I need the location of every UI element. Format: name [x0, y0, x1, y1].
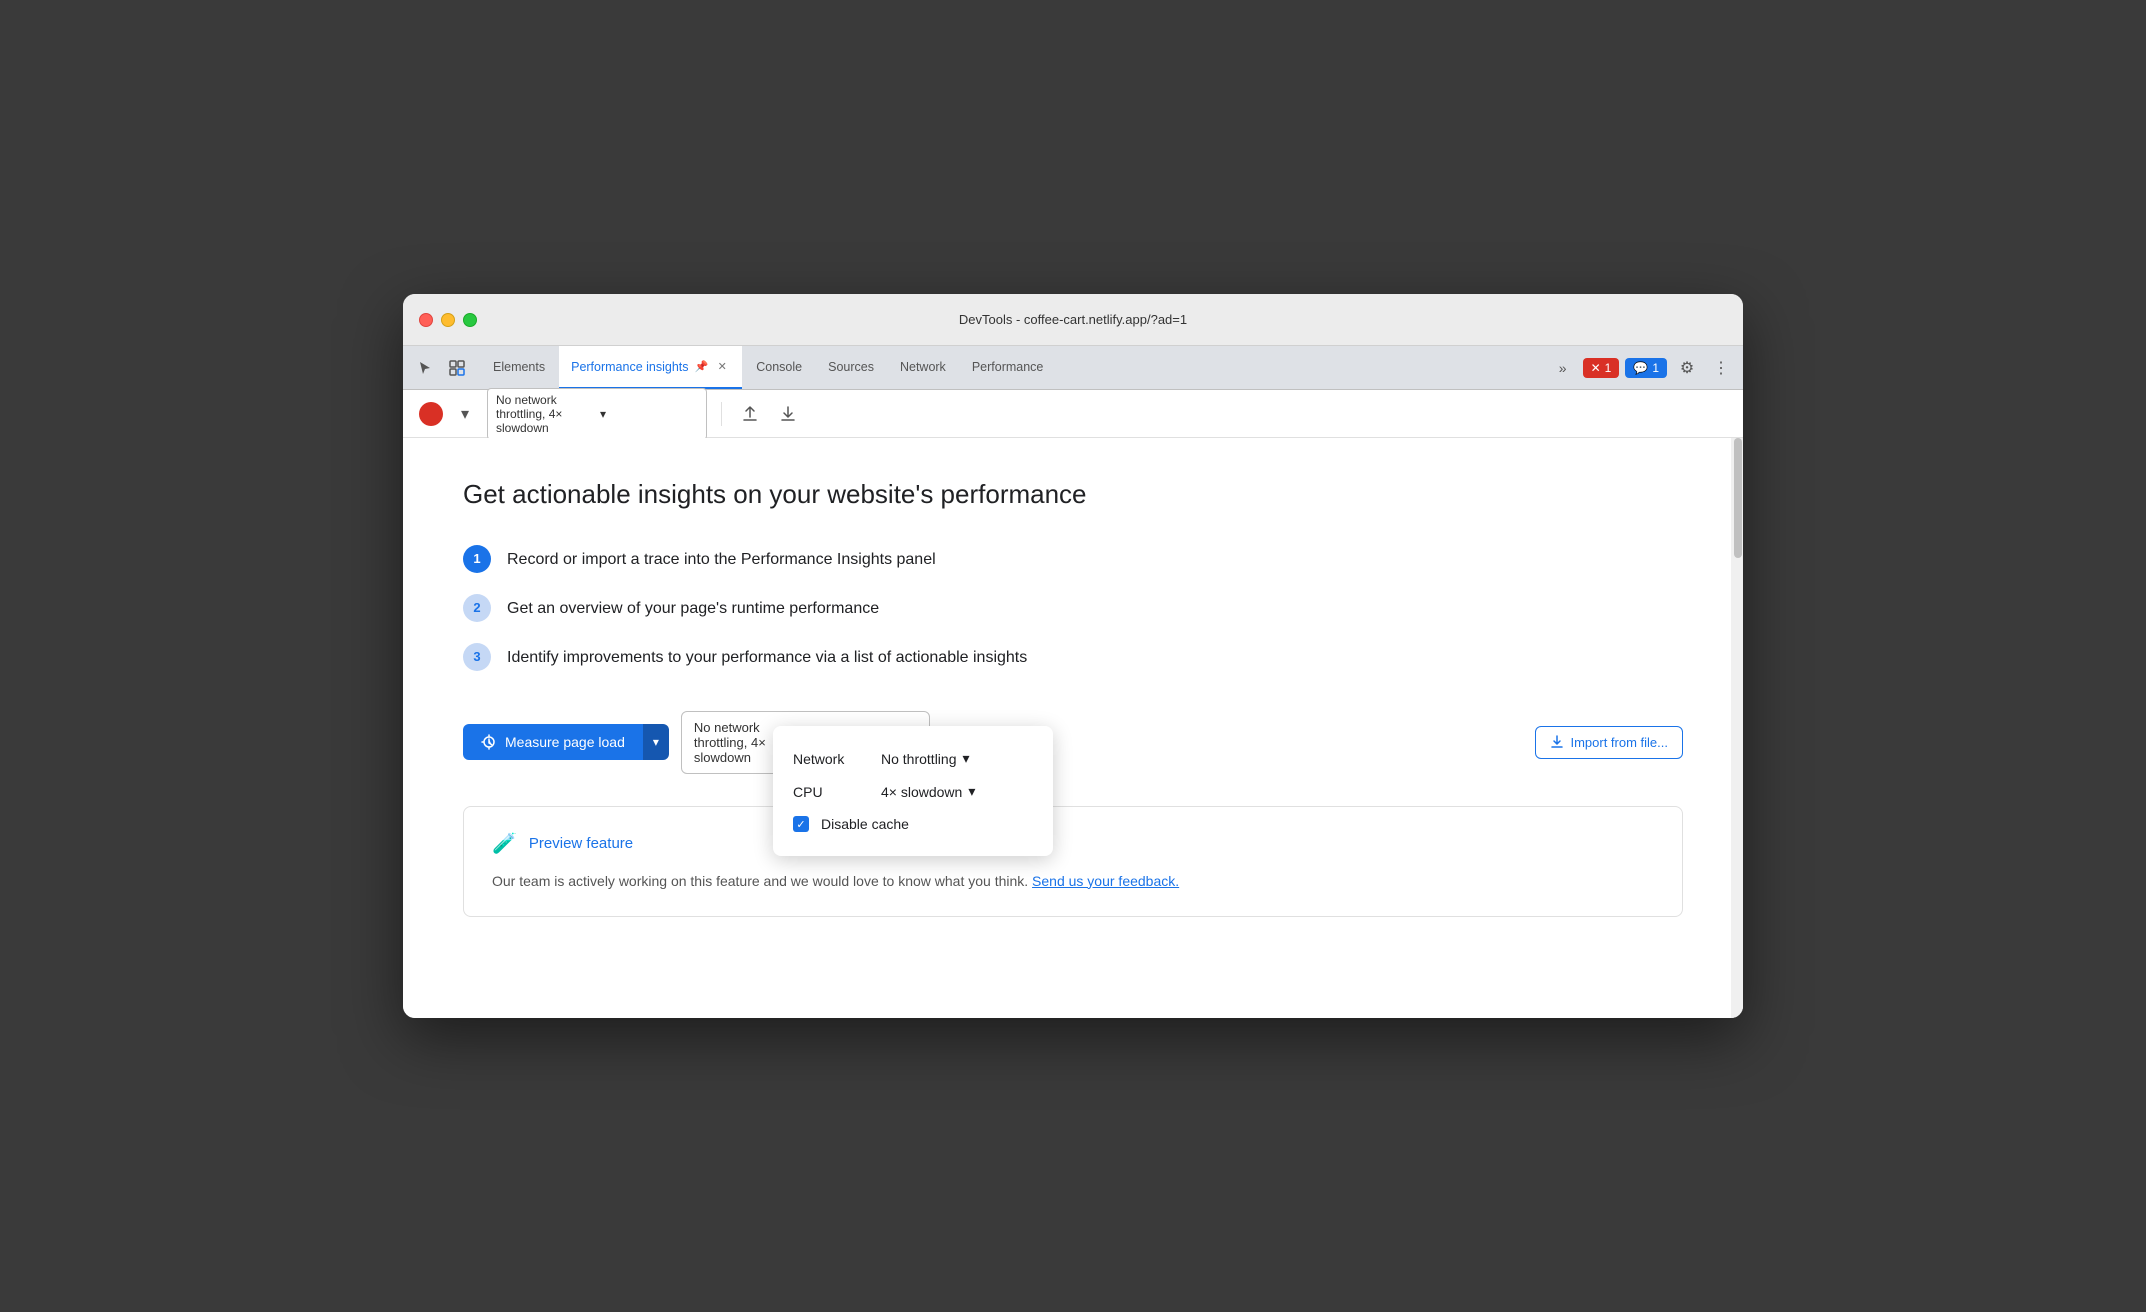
- scrollbar-track: [1731, 438, 1743, 1018]
- preview-header: 🧪 Preview feature: [492, 831, 1654, 856]
- upload-icon[interactable]: [736, 400, 764, 428]
- window-title: DevTools - coffee-cart.netlify.app/?ad=1: [959, 312, 1187, 327]
- warning-count: 1: [1652, 361, 1659, 375]
- cursor-icon[interactable]: [411, 354, 439, 382]
- flask-icon: 🧪: [492, 831, 517, 856]
- titlebar: DevTools - coffee-cart.netlify.app/?ad=1: [403, 294, 1743, 346]
- cpu-select-chevron-icon: ▾: [968, 783, 975, 800]
- record-button[interactable]: [419, 402, 443, 426]
- tab-sources[interactable]: Sources: [816, 346, 886, 389]
- inspect-icon[interactable]: [443, 354, 471, 382]
- devtools-window: DevTools - coffee-cart.netlify.app/?ad=1…: [403, 294, 1743, 1018]
- close-button[interactable]: [419, 313, 433, 327]
- network-row: Network No throttling ▾: [793, 742, 1033, 775]
- warning-icon: 💬: [1633, 361, 1648, 375]
- measure-dropdown-arrow-button[interactable]: ▾: [643, 724, 669, 760]
- disable-cache-row: ✓ Disable cache: [793, 808, 1033, 840]
- feedback-link[interactable]: Send us your feedback.: [1032, 873, 1179, 889]
- maximize-button[interactable]: [463, 313, 477, 327]
- page-title: Get actionable insights on your website'…: [463, 478, 1683, 512]
- tab-close-button[interactable]: ✕: [714, 359, 730, 375]
- step-text-3: Identify improvements to your performanc…: [507, 642, 1027, 670]
- tab-elements[interactable]: Elements: [481, 346, 557, 389]
- minimize-button[interactable]: [441, 313, 455, 327]
- warning-badge-button[interactable]: 💬 1: [1625, 358, 1667, 378]
- throttle-chevron-icon: ▾: [600, 407, 698, 421]
- settings-icon[interactable]: ⚙: [1673, 354, 1701, 382]
- more-options-icon[interactable]: ⋮: [1707, 354, 1735, 382]
- toolbar: ▾ No network throttling, 4× slowdown ▾: [403, 390, 1743, 438]
- error-count: 1: [1605, 361, 1612, 375]
- toolbar-throttle-select[interactable]: No network throttling, 4× slowdown ▾: [487, 388, 707, 440]
- scrollbar-thumb[interactable]: [1734, 438, 1742, 558]
- record-dropdown-arrow[interactable]: ▾: [453, 402, 477, 426]
- actions-row: Measure page load ▾ No network throttlin…: [463, 711, 1683, 774]
- pin-icon: 📌: [695, 360, 709, 373]
- measure-button-label: Measure page load: [505, 734, 625, 750]
- step-number-2: 2: [463, 594, 491, 622]
- disable-cache-checkbox[interactable]: ✓: [793, 816, 809, 832]
- tab-bar-icons: [411, 346, 471, 389]
- disable-cache-label: Disable cache: [821, 816, 909, 832]
- cpu-throttle-select[interactable]: 4× slowdown ▾: [881, 783, 975, 800]
- step-text-1: Record or import a trace into the Perfor…: [507, 544, 936, 572]
- preview-feature-title: Preview feature: [529, 835, 633, 852]
- step-number-3: 3: [463, 643, 491, 671]
- step-item-2: 2 Get an overview of your page's runtime…: [463, 593, 1683, 622]
- preview-feature-text: Our team is actively working on this fea…: [492, 870, 1654, 892]
- step-text-2: Get an overview of your page's runtime p…: [507, 593, 879, 621]
- cpu-row: CPU 4× slowdown ▾: [793, 775, 1033, 808]
- step-number-1: 1: [463, 545, 491, 573]
- toolbar-divider: [721, 402, 722, 426]
- more-tabs-button[interactable]: »: [1549, 354, 1577, 382]
- tab-performance-insights[interactable]: Performance insights 📌 ✕: [559, 346, 742, 389]
- tab-console[interactable]: Console: [744, 346, 814, 389]
- step-item-1: 1 Record or import a trace into the Perf…: [463, 544, 1683, 573]
- measure-button-group: Measure page load ▾: [463, 724, 669, 760]
- step-item-3: 3 Identify improvements to your performa…: [463, 642, 1683, 671]
- preview-feature-box: 🧪 Preview feature Our team is actively w…: [463, 806, 1683, 917]
- network-select-chevron-icon: ▾: [962, 750, 969, 767]
- tab-bar: Elements Performance insights 📌 ✕ Consol…: [403, 346, 1743, 390]
- error-icon: ✕: [1591, 361, 1601, 375]
- network-label: Network: [793, 751, 873, 767]
- tab-network[interactable]: Network: [888, 346, 958, 389]
- throttle-dropdown-popup: Network No throttling ▾ CPU 4× slowdown …: [773, 726, 1053, 856]
- main-content: Get actionable insights on your website'…: [403, 438, 1743, 1018]
- tab-bar-right: » ✕ 1 💬 1 ⚙ ⋮: [1549, 346, 1735, 389]
- import-from-file-button[interactable]: Import from file...: [1535, 726, 1683, 759]
- network-throttle-value: No throttling: [881, 751, 956, 767]
- steps-list: 1 Record or import a trace into the Perf…: [463, 544, 1683, 671]
- error-badge-button[interactable]: ✕ 1: [1583, 358, 1620, 378]
- cpu-throttle-value: 4× slowdown: [881, 784, 962, 800]
- tab-performance[interactable]: Performance: [960, 346, 1056, 389]
- download-icon[interactable]: [774, 400, 802, 428]
- import-button-label: Import from file...: [1570, 735, 1668, 750]
- network-throttle-select[interactable]: No throttling ▾: [881, 750, 970, 767]
- throttle-label: No network throttling, 4× slowdown: [496, 393, 594, 435]
- traffic-lights: [419, 313, 477, 327]
- cpu-label: CPU: [793, 784, 873, 800]
- measure-page-load-button[interactable]: Measure page load: [463, 724, 643, 760]
